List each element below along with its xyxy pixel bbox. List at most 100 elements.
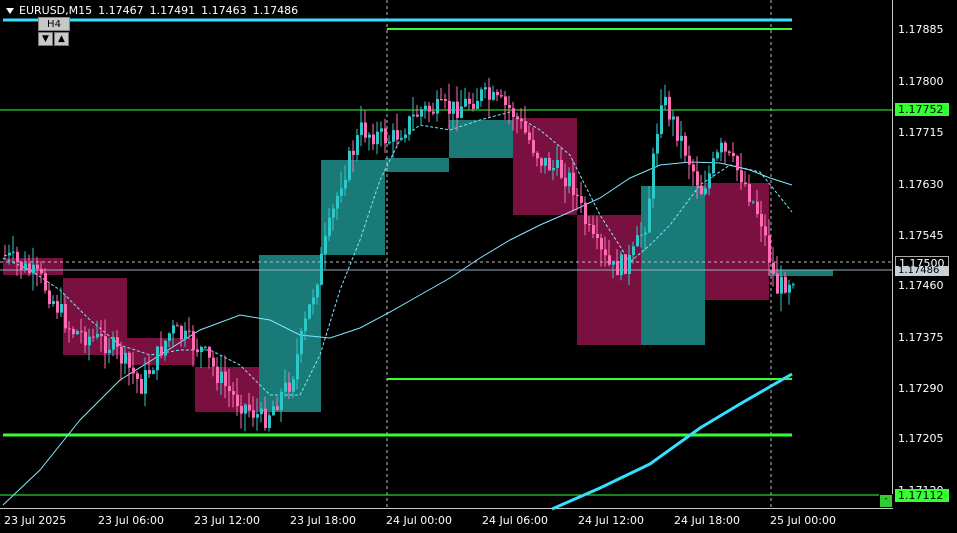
chart-header: EURUSD,M15 1.17467 1.17491 1.17463 1.17486: [6, 4, 304, 17]
candle-body: [344, 179, 347, 189]
candle-body: [296, 354, 299, 380]
price-chart[interactable]: [0, 0, 957, 533]
candle-body: [616, 260, 619, 276]
candle-body: [288, 382, 291, 392]
price-tick: 1.17375: [898, 331, 944, 344]
price-tick: 1.17885: [898, 23, 944, 36]
h4-candle-box: [705, 183, 769, 300]
candle-body: [376, 131, 379, 145]
candle-body: [204, 346, 207, 348]
price-tick: 1.17630: [898, 178, 944, 191]
candle-body: [600, 238, 603, 250]
price-tick: 1.17545: [898, 229, 944, 242]
candle-body: [156, 346, 159, 371]
candle-body: [448, 100, 451, 114]
support-price-tag: 1.17112: [895, 489, 949, 502]
candle-body: [244, 404, 247, 414]
candle-body: [788, 284, 791, 293]
candle-body: [692, 164, 695, 172]
candle-body: [260, 408, 263, 415]
candle-body: [660, 105, 663, 135]
candle-body: [612, 260, 615, 265]
candle-body: [96, 333, 99, 338]
candle-body: [520, 119, 523, 122]
resistance-price-tag: 1.17752: [895, 103, 949, 116]
chart-window[interactable]: EURUSD,M15 1.17467 1.17491 1.17463 1.17486 H…: [0, 0, 957, 533]
candle-body: [252, 410, 255, 418]
candle-body: [32, 264, 35, 274]
candle-body: [544, 157, 547, 166]
candle-body: [680, 135, 683, 141]
time-tick: 24 Jul 06:00: [482, 514, 548, 527]
triangle-up-icon[interactable]: ▲: [54, 32, 69, 46]
timeframe-label: H4: [38, 17, 70, 31]
candle-body: [624, 254, 627, 274]
candle-body: [676, 116, 679, 141]
candle-body: [752, 201, 755, 203]
candle-body: [776, 273, 779, 294]
candle-body: [40, 268, 43, 274]
candle-body: [200, 346, 203, 353]
price-tick: 1.17800: [898, 75, 944, 88]
candle-body: [272, 406, 275, 416]
candle-body: [548, 157, 551, 171]
time-tick: 23 Jul 06:00: [98, 514, 164, 527]
candle-body: [72, 328, 75, 335]
candle-body: [4, 255, 7, 256]
candle-body: [440, 99, 443, 101]
candle-body: [128, 352, 131, 368]
candle-body: [284, 382, 287, 392]
timeframe-panel: H4 ▼ ▲: [38, 17, 70, 47]
candle-body: [596, 233, 599, 239]
candle-body: [640, 234, 643, 236]
candle-body: [108, 349, 111, 354]
collapse-button[interactable]: -: [879, 494, 893, 508]
candle-body: [76, 331, 79, 335]
candle-body: [68, 328, 71, 330]
candle-body: [80, 331, 83, 333]
candle-body: [280, 391, 283, 411]
candle-body: [528, 132, 531, 140]
candle-body: [44, 273, 47, 291]
candle-body: [464, 98, 467, 107]
candle-body: [632, 246, 635, 255]
candle-body: [396, 130, 399, 140]
candle-body: [436, 99, 439, 114]
candle-body: [784, 276, 787, 293]
candle-body: [388, 141, 391, 144]
candle-body: [196, 349, 199, 353]
candle-body: [424, 105, 427, 110]
candle-body: [536, 152, 539, 159]
candle-body: [216, 366, 219, 383]
candle-body: [428, 105, 431, 112]
candle-body: [504, 96, 507, 106]
bid-price-tag: 1.17486: [895, 266, 949, 276]
candle-body: [60, 304, 63, 313]
candle-body: [644, 232, 647, 235]
candle-body: [352, 150, 355, 155]
candle-body: [192, 331, 195, 350]
time-tick: 25 Jul 00:00: [770, 514, 836, 527]
candle-body: [604, 249, 607, 256]
candle-body: [152, 370, 155, 374]
dropdown-triangle-icon[interactable]: [6, 8, 14, 14]
price-tick: 1.17205: [898, 432, 944, 445]
candle-body: [720, 142, 723, 153]
candle-body: [576, 194, 579, 197]
candle-body: [760, 214, 763, 227]
candle-body: [112, 337, 115, 350]
candle-body: [132, 367, 135, 374]
triangle-down-icon[interactable]: ▼: [38, 32, 53, 46]
h4-candle-box: [449, 120, 513, 158]
candle-body: [516, 117, 519, 120]
candle-body: [168, 333, 171, 341]
candle-body: [64, 304, 67, 329]
time-tick: 24 Jul 12:00: [578, 514, 644, 527]
candle-body: [148, 370, 151, 374]
candle-body: [328, 217, 331, 236]
candle-body: [144, 370, 147, 394]
candle-body: [584, 202, 587, 224]
candle-body: [336, 195, 339, 209]
candle-body: [36, 264, 39, 269]
candle-body: [500, 95, 503, 97]
